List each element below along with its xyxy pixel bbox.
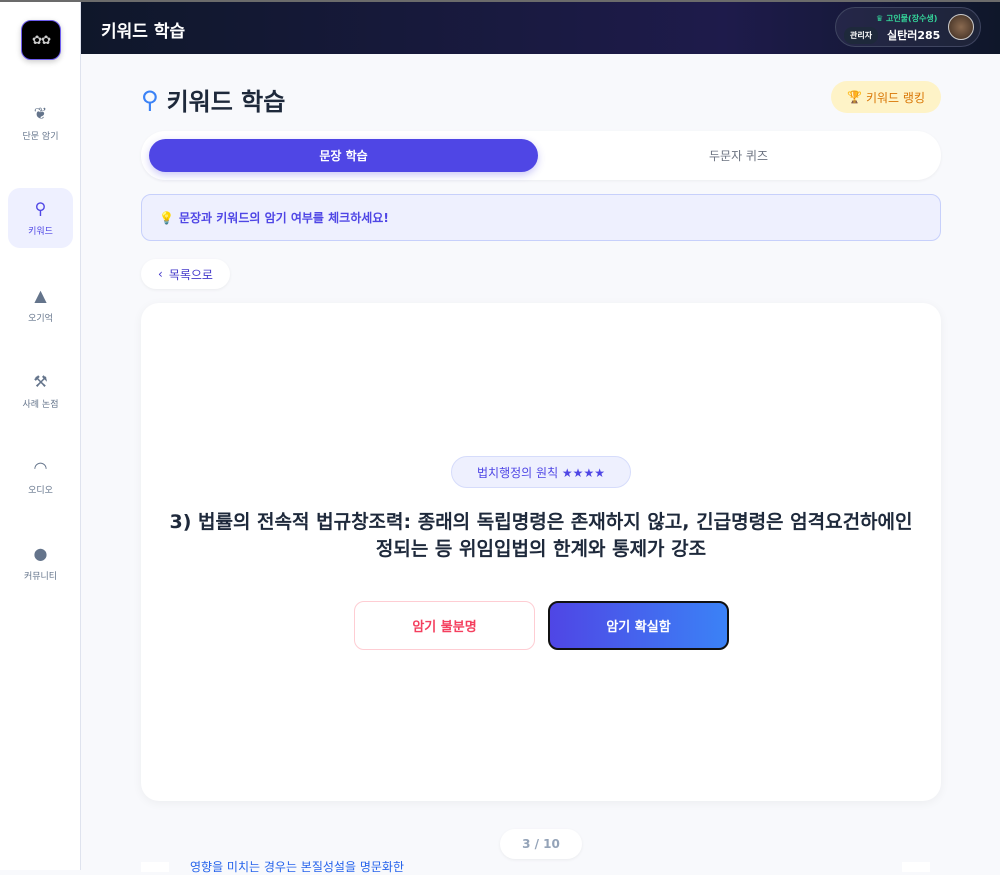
sidebar-item-keyword[interactable]: ⚲ 키워드 xyxy=(8,188,73,248)
user-profile-button[interactable]: ♛ 고인물(장수생) 관리자 실탄러285 xyxy=(835,7,981,47)
page-title: ⚲ 키워드 학습 xyxy=(141,82,285,117)
header-title: 키워드 학습 xyxy=(101,22,186,42)
role-badge: 관리자 xyxy=(844,27,879,44)
gavel-icon: ⚒ xyxy=(33,371,48,391)
chevron-left-icon: ‹ xyxy=(158,267,163,281)
sidebar-item-label: 단문 암기 xyxy=(22,131,59,142)
sidebar-item-mistakes[interactable]: ▲ 오기억 xyxy=(8,275,73,335)
back-label: 목록으로 xyxy=(168,267,213,282)
topic-tag: 법치행정의 원칙 ★★★★ xyxy=(451,456,631,488)
sidebar: ✿✿ ❦ 단문 암기 ⚲ 키워드 ▲ 오기억 ⚒ 사례 논점 ◠ 오디오 ● 커뮤니티 xyxy=(0,2,81,870)
memorize-unsure-button[interactable]: 암기 불분명 xyxy=(354,601,535,650)
search-icon: ⚲ xyxy=(34,198,47,218)
sidebar-item-label: 커뮤니티 xyxy=(23,571,58,582)
tab-sentence-study[interactable]: 문장 학습 xyxy=(149,139,538,172)
study-sentence: 3) 법률의 전속적 법규창조력: 종래의 독립명령은 존재하지 않고, 긴급명… xyxy=(169,511,913,560)
sidebar-item-label: 사례 논점 xyxy=(22,399,59,410)
brain-icon: ❦ xyxy=(33,103,48,123)
instruction-text: 문장과 키워드의 암기 여부를 체크하세요! xyxy=(178,211,389,225)
user-grade: ♛ 고인물(장수생) xyxy=(876,14,938,23)
top-header: 키워드 학습 ♛ 고인물(장수생) 관리자 실탄러285 xyxy=(81,2,1000,54)
headphones-icon: ◠ xyxy=(33,457,48,477)
app-logo[interactable]: ✿✿ xyxy=(21,20,61,60)
user-name: 실탄러285 xyxy=(887,29,941,42)
warning-icon: ▲ xyxy=(34,285,47,305)
memorize-sure-button[interactable]: 암기 확실함 xyxy=(548,601,729,650)
back-to-list-button[interactable]: ‹ 목록으로 xyxy=(141,259,230,289)
sidebar-item-cases[interactable]: ⚒ 사례 논점 xyxy=(8,361,73,421)
avatar[interactable] xyxy=(948,14,974,40)
prev-card-edge xyxy=(141,862,169,872)
sidebar-item-label: 오디오 xyxy=(28,485,53,496)
study-card: 법치행정의 원칙 ★★★★ 3) 법률의 전속적 법규창조력: 종래의 독립명령… xyxy=(141,303,941,801)
sidebar-item-label: 키워드 xyxy=(28,226,53,237)
sidebar-item-community[interactable]: ● 커뮤니티 xyxy=(8,533,73,593)
page-title-text: 키워드 학습 xyxy=(166,88,286,116)
lightbulb-icon: 💡 xyxy=(159,210,174,225)
tab-acronym-quiz[interactable]: 두문자 퀴즈 xyxy=(544,139,933,172)
instruction-banner: 💡 문장과 키워드의 암기 여부를 체크하세요! xyxy=(141,194,941,241)
sidebar-item-label: 오기억 xyxy=(28,313,53,324)
keyword-ranking-button[interactable]: 🏆 키워드 랭킹 xyxy=(831,81,941,113)
ranking-label: 키워드 랭킹 xyxy=(865,90,925,105)
next-card-edge xyxy=(902,862,930,872)
trophy-icon: 🏆 xyxy=(847,90,862,104)
comments-icon: ● xyxy=(33,543,48,563)
search-icon: ⚲ xyxy=(141,85,159,114)
sidebar-item-short-memorize[interactable]: ❦ 단문 암기 xyxy=(8,93,73,153)
sidebar-item-audio[interactable]: ◠ 오디오 xyxy=(8,447,73,507)
page-indicator: 3 / 10 xyxy=(500,829,582,859)
mode-tabs: 문장 학습 두문자 퀴즈 xyxy=(141,131,941,180)
next-card-preview: 영향을 미치는 경우는 본질성설을 명문화한 xyxy=(190,860,404,874)
